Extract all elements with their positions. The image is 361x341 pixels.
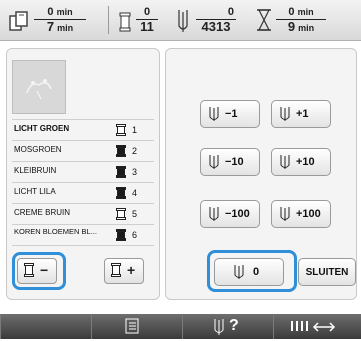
thread-row[interactable]: LICHT GROEN 1 (12, 119, 154, 141)
needle-icon (208, 206, 220, 225)
needle-icon (279, 206, 291, 225)
thread-order-number: 2 (132, 146, 138, 156)
thread-row[interactable]: KLEIBRUIN 3 (12, 162, 154, 183)
thread-order-number: 5 (132, 209, 138, 219)
close-button[interactable]: SLUITEN (298, 258, 356, 286)
thread-name: CREME BRUIN (14, 208, 71, 217)
minus-label: − (40, 262, 49, 278)
remaining-time-fraction: 0 min 9 min (276, 6, 326, 35)
thread-name: KOREN BLOEMEN BL... (14, 227, 97, 236)
stitches-fraction: 0 4313 (196, 6, 236, 34)
thread-spool-icon (116, 124, 126, 136)
color-changes-fraction: 0 11 (136, 6, 158, 34)
forward-1-stitch-button[interactable]: +1 (271, 100, 331, 128)
needle-icon (176, 8, 190, 34)
thread-row[interactable]: LICHT LILA 4 (12, 183, 154, 204)
needle-icon (233, 264, 245, 283)
thread-order-number: 1 (132, 125, 138, 135)
thread-color-list: LICHT GROEN 1 MOSGROEN 2 KLEIBRUIN 3 LIC… (12, 119, 154, 246)
thread-spool-icon (116, 187, 126, 199)
status-separator (108, 6, 109, 34)
thread-name: KLEIBRUIN (14, 166, 57, 175)
design-preview-icon (26, 79, 52, 100)
thread-name: LICHT GROEN (14, 124, 70, 133)
thread-name: MOSGROEN (14, 145, 62, 154)
next-color-button[interactable]: + (104, 258, 144, 284)
thread-list-button[interactable] (91, 314, 182, 339)
toolbar-blank-button (0, 314, 91, 339)
thread-order-number: 3 (132, 167, 138, 177)
thread-spool-icon (111, 263, 121, 280)
needle-icon (279, 106, 291, 125)
back-100-stitches-button[interactable]: −100 (200, 200, 260, 228)
hourglass-icon (256, 8, 272, 32)
thread-move-icon (290, 318, 346, 339)
back-10-stitches-button[interactable]: −10 (200, 148, 260, 176)
thread-spool-icon (116, 229, 126, 241)
embroidery-preview (12, 60, 66, 114)
previous-color-button[interactable]: − (17, 258, 57, 284)
back-1-stitch-button[interactable]: −1 (200, 100, 260, 128)
forward-100-stitches-button[interactable]: +100 (271, 200, 331, 228)
needle-icon (208, 154, 220, 173)
needle-icon (279, 154, 291, 173)
thread-order-number: 4 (132, 188, 138, 198)
needle-help-button[interactable]: ? (182, 314, 273, 339)
thread-row[interactable]: KOREN BLOEMEN BL... 6 (12, 225, 154, 246)
thread-order-number: 6 (132, 230, 138, 240)
list-icon (124, 318, 140, 339)
time-fraction: 0 min 7 min (34, 6, 86, 35)
thread-spool-icon (24, 263, 34, 280)
thread-spool-icon (118, 12, 132, 32)
thread-spool-icon (116, 166, 126, 178)
needle-help-icon (211, 318, 227, 341)
needle-icon (208, 106, 220, 125)
start-point-button[interactable]: 0 (214, 258, 284, 286)
thread-row[interactable]: MOSGROEN 2 (12, 141, 154, 162)
thread-name: LICHT LILA (14, 187, 56, 196)
thread-spool-icon (116, 208, 126, 220)
thread-spool-icon (116, 145, 126, 157)
embroidery-time-icon (8, 10, 30, 32)
thread-row[interactable]: CREME BRUIN 5 (12, 204, 154, 225)
thread-move-button[interactable] (273, 314, 361, 339)
plus-label: + (127, 262, 136, 278)
forward-10-stitches-button[interactable]: +10 (271, 148, 331, 176)
